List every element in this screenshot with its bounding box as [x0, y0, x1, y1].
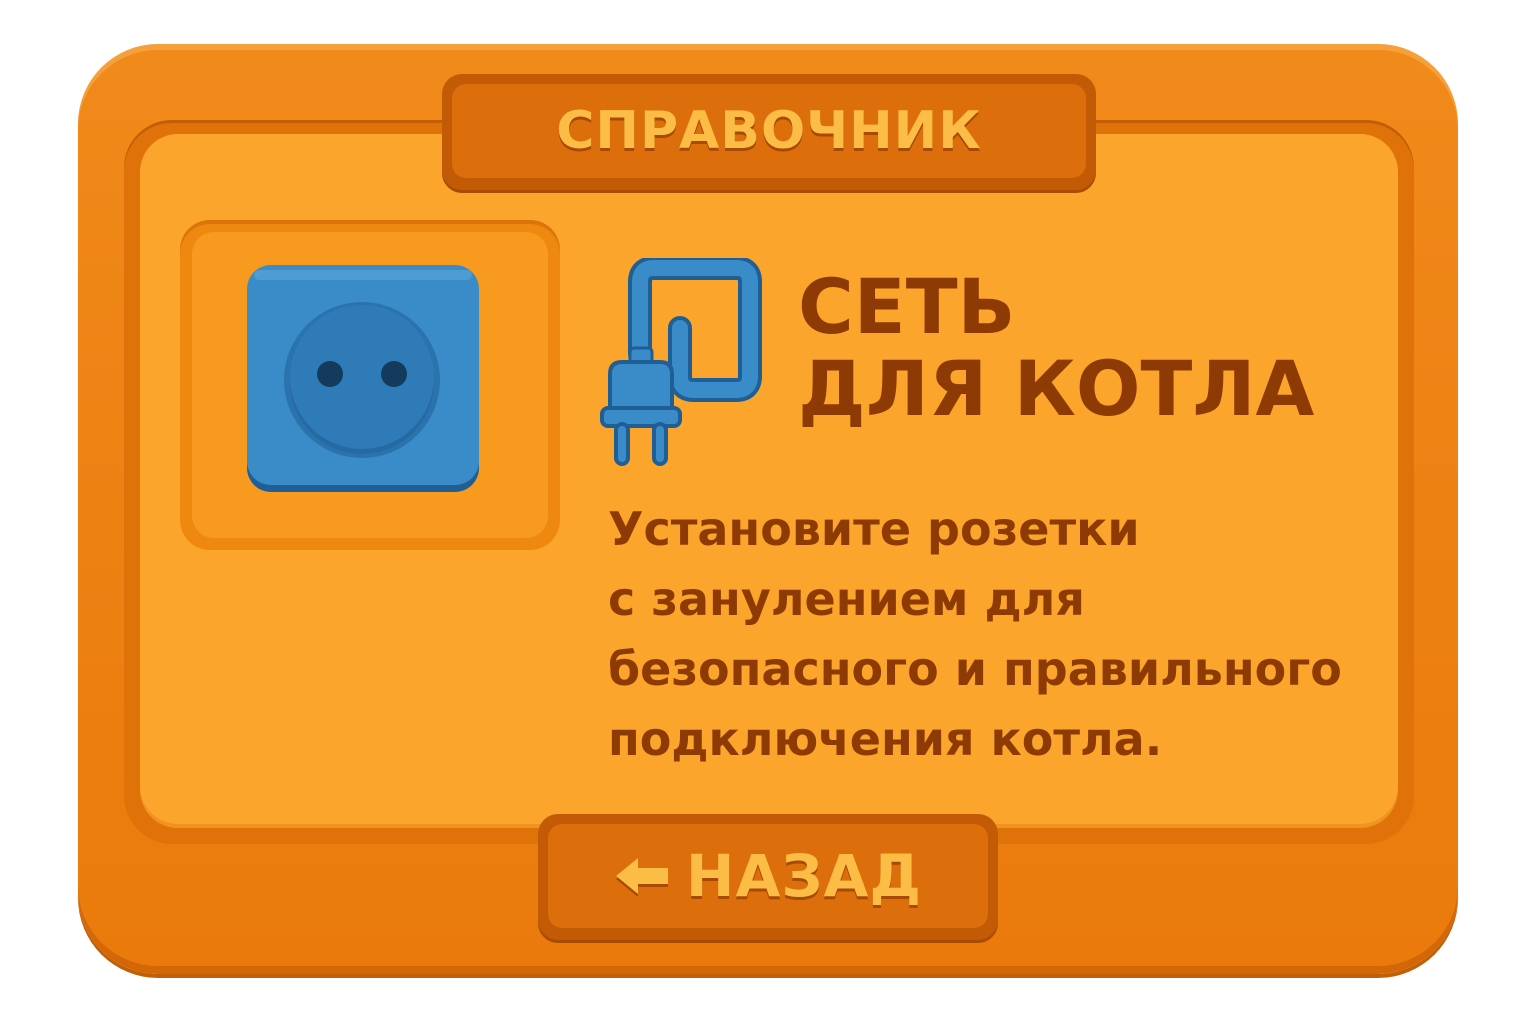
- description-line: подключения котла.: [608, 712, 1163, 766]
- back-button-inner[interactable]: НАЗАД: [548, 824, 988, 928]
- title-tab: СПРАВОЧНИК: [442, 74, 1096, 190]
- back-button[interactable]: НАЗАД: [538, 814, 998, 940]
- description-line: с занулением для: [608, 572, 1085, 626]
- card-description: Установите розетки с занулением для безо…: [608, 494, 1342, 774]
- description-line: Установите розетки: [608, 502, 1140, 556]
- dialog-title: СПРАВОЧНИК: [556, 101, 982, 161]
- power-plug-icon: [596, 256, 766, 472]
- description-line: безопасного и правильного: [608, 642, 1342, 696]
- card-heading-line2: ДЛЯ КОТЛА: [798, 344, 1315, 433]
- title-tab-inner: СПРАВОЧНИК: [452, 84, 1086, 178]
- card-heading: СЕТЬ ДЛЯ КОТЛА: [798, 266, 1314, 430]
- back-button-label: НАЗАД: [685, 842, 923, 910]
- power-socket-icon: [244, 262, 480, 494]
- arrow-left-icon: [614, 856, 672, 897]
- card-heading-line1: СЕТЬ: [798, 262, 1016, 351]
